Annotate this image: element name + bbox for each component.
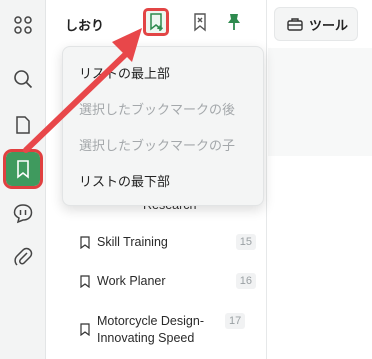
bookmark-page-badge: 17 <box>225 313 246 329</box>
document-page <box>268 156 372 359</box>
bookmark-page-badge: 16 <box>235 273 256 289</box>
bookmark-label: Skill Training <box>97 235 168 249</box>
search-icon[interactable] <box>6 62 40 96</box>
menu-item-child-of-selected: 選択したブックマークの子 <box>79 138 236 153</box>
bookmark-label: Motorcycle Design-Innovating Speed <box>97 314 204 345</box>
add-bookmark-menu: リストの最上部 選択したブックマークの後 選択したブックマークの子 リストの最下… <box>62 46 264 206</box>
bookmark-item[interactable]: Motorcycle Design-Innovating Speed 17 <box>80 313 256 353</box>
tools-label: ツール <box>309 17 349 33</box>
left-rail <box>0 0 46 359</box>
panel-title: しおり <box>65 18 105 33</box>
bookmark-icon <box>80 275 90 288</box>
bookmark-x-icon <box>194 13 206 32</box>
add-bookmark-button[interactable] <box>143 8 169 36</box>
bookmark-item[interactable]: Work Planer 16 <box>80 273 256 295</box>
add-bookmark-icon <box>150 13 163 31</box>
apps-grid-icon[interactable] <box>6 8 40 42</box>
pin-panel-button[interactable] <box>221 8 247 36</box>
bookmark-panel-icon[interactable] <box>3 149 43 189</box>
toolbox-icon <box>287 18 303 31</box>
comment-icon[interactable] <box>6 196 40 230</box>
bookmark-icon <box>80 323 90 336</box>
attachment-icon[interactable] <box>6 240 40 274</box>
document-area <box>268 48 372 359</box>
tools-button[interactable]: ツール <box>274 7 358 41</box>
pin-icon <box>228 14 240 30</box>
bookmark-item[interactable]: Skill Training 15 <box>80 234 256 256</box>
menu-item-bottom-of-list[interactable]: リストの最下部 <box>79 173 170 191</box>
page-thumbnail-icon[interactable] <box>6 108 40 142</box>
bookmark-icon <box>80 236 90 249</box>
bookmark-page-badge: 15 <box>235 234 256 250</box>
bookmark-options-button[interactable] <box>187 8 213 36</box>
menu-item-after-selected: 選択したブックマークの後 <box>79 102 236 117</box>
menu-item-top-of-list[interactable]: リストの最上部 <box>79 65 170 83</box>
bookmark-label: Work Planer <box>97 274 166 288</box>
